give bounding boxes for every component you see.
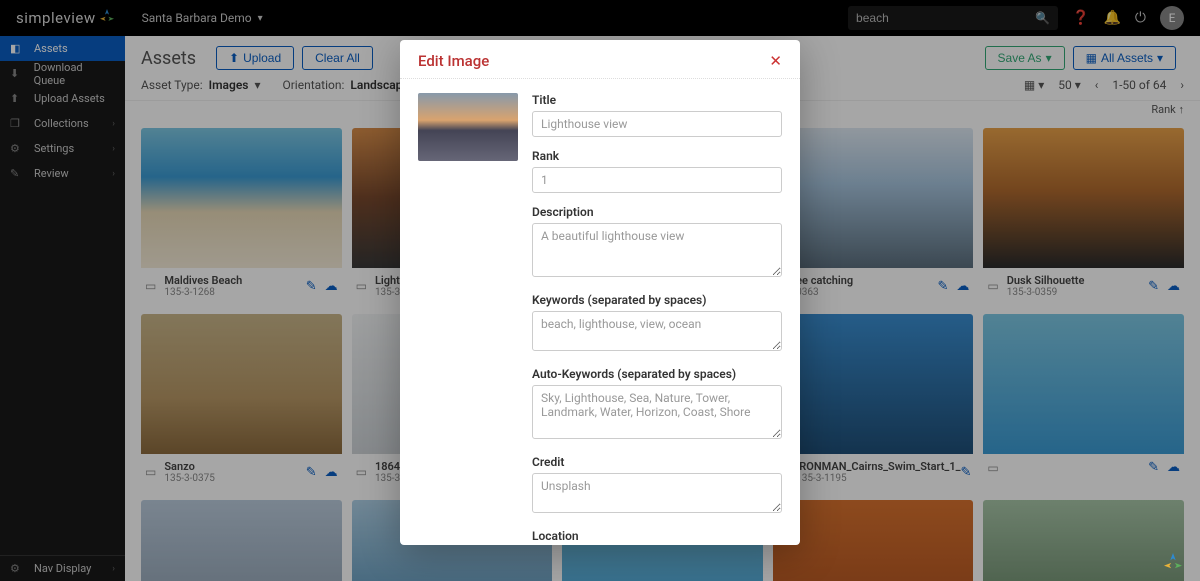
description-input[interactable] [532, 223, 782, 277]
title-input[interactable] [532, 111, 782, 137]
image-preview [418, 93, 518, 531]
credit-label: Credit [532, 455, 782, 469]
autokeywords-label: Auto-Keywords (separated by spaces) [532, 367, 782, 381]
edit-image-modal: Edit Image ✕ Title Rank Description [400, 40, 800, 545]
location-label: Location [532, 529, 782, 543]
rank-input[interactable] [532, 167, 782, 193]
autokeywords-input[interactable] [532, 385, 782, 439]
credit-input[interactable] [532, 473, 782, 513]
preview-thumbnail [418, 93, 518, 161]
corner-brand-icon [1164, 553, 1182, 571]
modal-overlay[interactable]: Edit Image ✕ Title Rank Description [0, 0, 1200, 581]
keywords-label: Keywords (separated by spaces) [532, 293, 782, 307]
description-label: Description [532, 205, 782, 219]
rank-label: Rank [532, 149, 782, 163]
close-button[interactable]: ✕ [769, 52, 782, 70]
close-icon: ✕ [769, 53, 782, 70]
title-label: Title [532, 93, 782, 107]
modal-title: Edit Image [418, 52, 489, 70]
keywords-input[interactable] [532, 311, 782, 351]
